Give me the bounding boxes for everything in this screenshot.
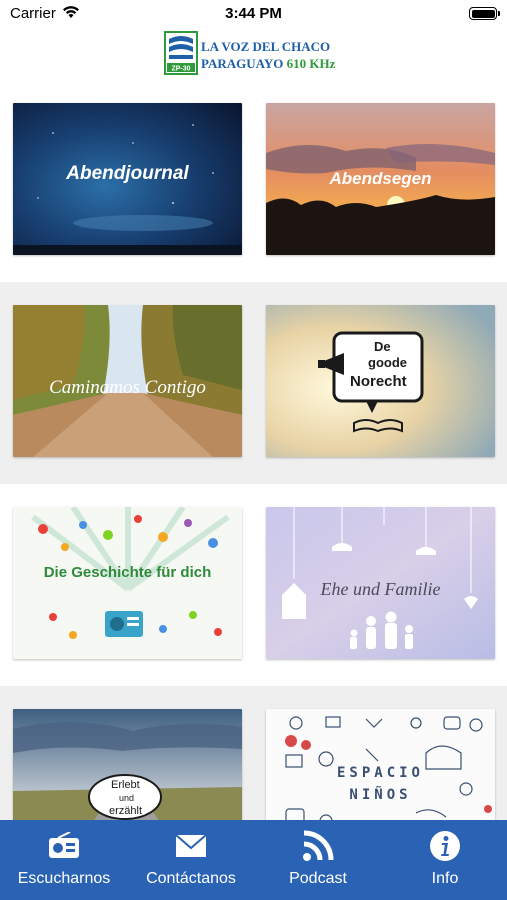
- program-title-line1: Erlebt: [111, 779, 140, 791]
- program-title-line2: NIÑOS: [349, 787, 412, 803]
- program-card-abendsegen[interactable]: Abendsegen: [266, 103, 495, 255]
- program-row: Die Geschichte für dich Ehe und Familie: [0, 484, 507, 686]
- mail-icon: [128, 830, 254, 862]
- battery-icon: [469, 7, 500, 20]
- status-time: 3:44 PM: [225, 5, 282, 22]
- station-name: LA VOZ DEL CHACO: [201, 39, 331, 54]
- tab-label: Podcast: [289, 870, 347, 887]
- station-country: PARAGUAYO 610 KHz: [201, 56, 336, 71]
- tab-podcast[interactable]: Podcast: [255, 820, 381, 900]
- program-card-caminamos-contigo[interactable]: Caminamos Contigo: [13, 305, 242, 457]
- program-title-line1: De: [374, 339, 391, 354]
- svg-text:ZP-30: ZP-30: [171, 66, 190, 73]
- tab-label: Escucharnos: [17, 870, 111, 887]
- rss-icon: [255, 830, 381, 862]
- program-title-line3: erzählt: [109, 805, 143, 817]
- station-logo: ZP-30 LA VOZ DEL CHACO PARAGUAYO 610 KHz: [164, 31, 344, 75]
- program-card-abendjournal[interactable]: Abendjournal: [13, 103, 242, 255]
- program-title-line1: ESPACIO: [336, 765, 424, 781]
- program-title: Caminamos Contigo: [49, 377, 206, 398]
- program-card-de-goode-norecht[interactable]: De goode Norecht: [266, 305, 495, 457]
- tab-label: Info: [431, 870, 459, 887]
- app-screen: Carrier 3:44 PM ZP-30 LA VOZ DEL CHACO P…: [0, 0, 507, 900]
- program-title: Abendsegen: [329, 169, 432, 188]
- program-row: Caminamos Contigo De goode Norecht: [0, 282, 507, 484]
- tab-bar: Escucharnos Contáctanos Podcast Info: [0, 820, 507, 900]
- app-header: ZP-30 LA VOZ DEL CHACO PARAGUAYO 610 KHz: [0, 28, 507, 78]
- program-title: Abendjournal: [66, 163, 189, 184]
- program-row: Abendjournal Abendsegen: [0, 80, 507, 282]
- info-icon: [382, 830, 507, 862]
- program-title-line2: und: [119, 793, 135, 803]
- tab-info[interactable]: Info: [382, 820, 507, 900]
- tab-escucharnos[interactable]: Escucharnos: [1, 820, 127, 900]
- program-title-line3: Norecht: [350, 373, 407, 390]
- tab-label: Contáctanos: [146, 870, 236, 887]
- status-bar: Carrier 3:44 PM: [0, 0, 507, 28]
- tab-contactanos[interactable]: Contáctanos: [128, 820, 254, 900]
- program-card-die-geschichte[interactable]: Die Geschichte für dich: [13, 507, 242, 659]
- program-title: Ehe und Familie: [320, 579, 441, 599]
- program-card-ehe-und-familie[interactable]: Ehe und Familie: [266, 507, 495, 659]
- radio-icon: [1, 830, 127, 862]
- station-logo-icon: ZP-30: [164, 31, 198, 75]
- program-title: Die Geschichte für dich: [43, 564, 212, 581]
- program-title-line2: goode: [368, 355, 407, 370]
- station-frequency: 610 KHz: [286, 56, 336, 71]
